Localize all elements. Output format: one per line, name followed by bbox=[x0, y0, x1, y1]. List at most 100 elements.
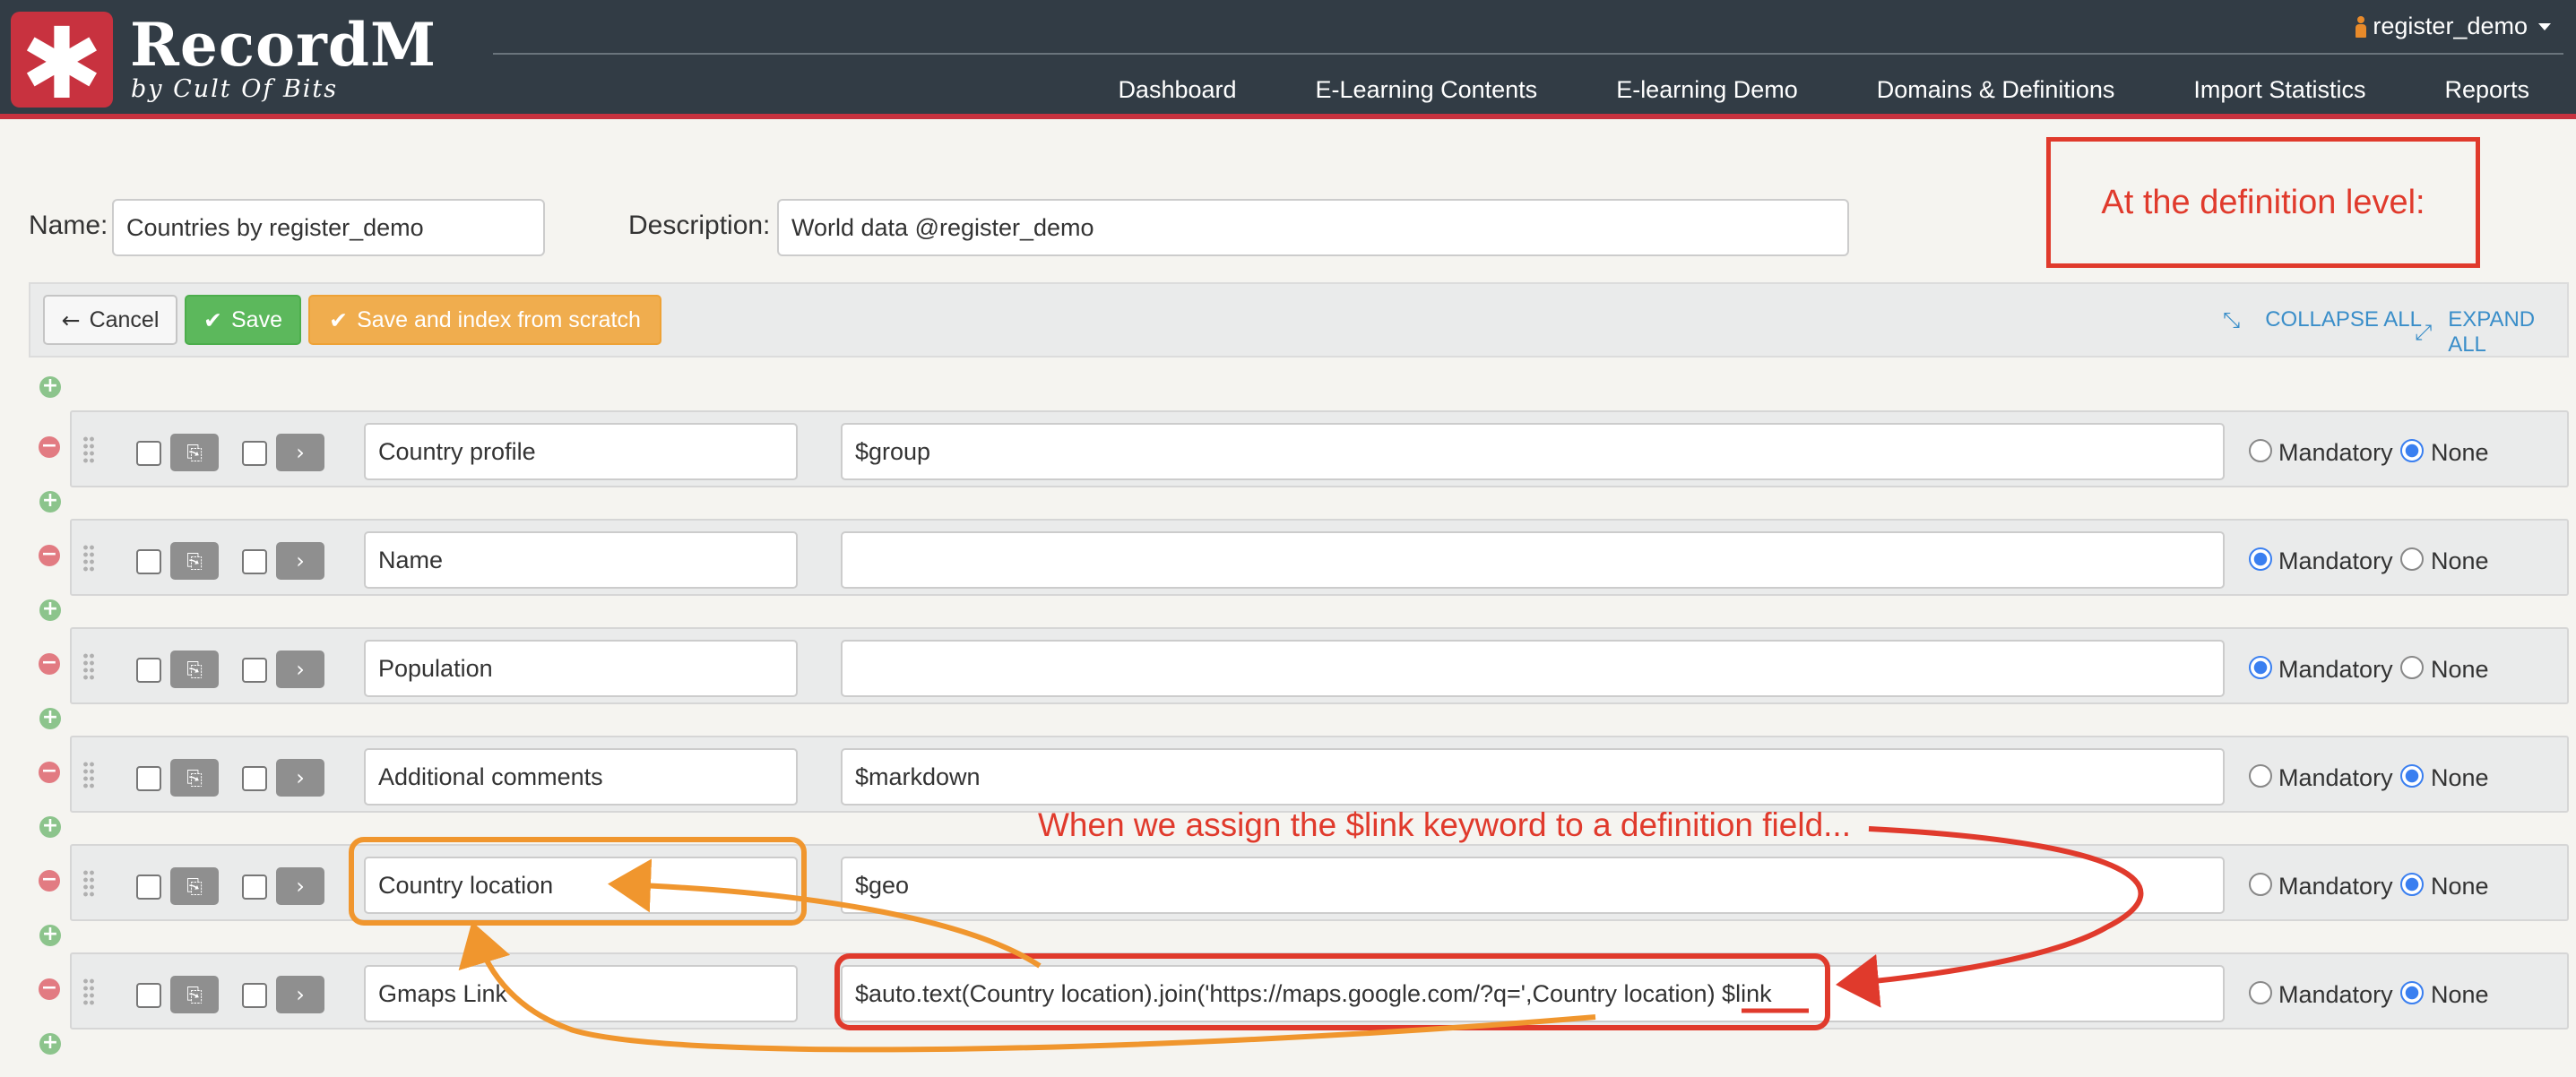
mandatory-radio[interactable] bbox=[2249, 981, 2272, 1004]
logo[interactable]: ✱ bbox=[11, 12, 113, 113]
description-label: Description: bbox=[628, 211, 771, 240]
none-radio[interactable] bbox=[2400, 981, 2424, 1004]
add-field-icon[interactable]: + bbox=[39, 491, 61, 513]
none-radio[interactable] bbox=[2400, 656, 2424, 679]
mandatory-radio[interactable] bbox=[2249, 873, 2272, 896]
duplicate-button[interactable]: ⎘ bbox=[170, 542, 219, 580]
none-radio[interactable] bbox=[2400, 547, 2424, 571]
collapse-all-link[interactable]: ⤡ COLLAPSE ALL bbox=[2223, 307, 2422, 332]
field-checkbox[interactable] bbox=[242, 549, 267, 574]
annotation-box-text: At the definition level: bbox=[2101, 183, 2425, 221]
field-name-input[interactable]: Population bbox=[364, 640, 798, 697]
mandatory-radio[interactable] bbox=[2249, 764, 2272, 788]
expand-row-button[interactable]: › bbox=[276, 651, 324, 688]
nav-reports[interactable]: Reports bbox=[2444, 76, 2529, 104]
remove-field-icon[interactable]: − bbox=[39, 978, 60, 1000]
remove-field-icon[interactable]: − bbox=[39, 436, 60, 458]
drag-handle-icon[interactable] bbox=[82, 761, 95, 789]
field-checkbox[interactable] bbox=[242, 766, 267, 791]
nav-elearning-contents[interactable]: E-Learning Contents bbox=[1316, 76, 1538, 104]
drag-handle-icon[interactable] bbox=[82, 652, 95, 681]
save-and-index-button[interactable]: ✔ Save and index from scratch bbox=[308, 295, 661, 345]
field-name-input[interactable]: Name bbox=[364, 531, 798, 589]
add-field-icon[interactable]: + bbox=[39, 816, 61, 838]
mandatory-radio[interactable] bbox=[2249, 547, 2272, 571]
field-checkbox[interactable] bbox=[136, 875, 161, 900]
field-checkbox[interactable] bbox=[136, 441, 161, 466]
field-description-input[interactable] bbox=[841, 640, 2225, 697]
add-field-icon[interactable]: + bbox=[39, 925, 61, 946]
copy-icon: ⎘ bbox=[186, 876, 203, 899]
drag-handle-icon[interactable] bbox=[82, 978, 95, 1006]
none-radio[interactable] bbox=[2400, 873, 2424, 896]
nav-domains-definitions[interactable]: Domains & Definitions bbox=[1877, 76, 2115, 104]
field-name-input[interactable]: Country location bbox=[364, 857, 798, 914]
field-row: ⎘ › Gmaps Link $auto.text(Country locati… bbox=[70, 952, 2569, 1030]
copy-icon: ⎘ bbox=[186, 443, 203, 465]
duplicate-button[interactable]: ⎘ bbox=[170, 976, 219, 1013]
field-checkbox[interactable] bbox=[136, 983, 161, 1008]
expand-row-button[interactable]: › bbox=[276, 976, 324, 1013]
duplicate-button[interactable]: ⎘ bbox=[170, 651, 219, 688]
expand-all-link[interactable]: ⤢ EXPAND ALL bbox=[2415, 307, 2567, 358]
field-checkbox[interactable] bbox=[242, 983, 267, 1008]
add-field-icon[interactable]: + bbox=[39, 708, 61, 729]
field-name-input[interactable]: Additional comments bbox=[364, 748, 798, 806]
duplicate-button[interactable]: ⎘ bbox=[170, 759, 219, 797]
brand-title: RecordM bbox=[130, 10, 437, 80]
expand-icon: ⤢ bbox=[2415, 320, 2433, 345]
mandatory-label: Mandatory bbox=[2278, 547, 2393, 574]
add-field-icon[interactable]: + bbox=[39, 599, 61, 621]
expand-row-button[interactable]: › bbox=[276, 759, 324, 797]
none-radio[interactable] bbox=[2400, 439, 2424, 462]
brand-subtitle: by Cult Of Bits bbox=[131, 75, 339, 103]
chevron-right-icon: › bbox=[296, 657, 305, 682]
expand-row-button[interactable]: › bbox=[276, 542, 324, 580]
mandatory-radio[interactable] bbox=[2249, 656, 2272, 679]
none-label: None bbox=[2431, 439, 2489, 466]
field-checkbox[interactable] bbox=[136, 549, 161, 574]
field-name-input[interactable]: Country profile bbox=[364, 423, 798, 480]
drag-handle-icon[interactable] bbox=[82, 435, 95, 464]
drag-handle-icon[interactable] bbox=[82, 869, 95, 898]
none-radio[interactable] bbox=[2400, 764, 2424, 788]
nav-import-statistics[interactable]: Import Statistics bbox=[2193, 76, 2365, 104]
field-description-input[interactable]: $auto.text(Country location).join('https… bbox=[841, 965, 2225, 1022]
field-row: ⎘ › Population Mandatory None bbox=[70, 627, 2569, 704]
duplicate-button[interactable]: ⎘ bbox=[170, 867, 219, 905]
expand-row-button[interactable]: › bbox=[276, 867, 324, 905]
save-button[interactable]: ✔ Save bbox=[185, 295, 301, 345]
field-description-input[interactable] bbox=[841, 531, 2225, 589]
field-checkbox[interactable] bbox=[136, 766, 161, 791]
field-row: ⎘ › Country profile $group Mandatory Non… bbox=[70, 410, 2569, 487]
field-checkbox[interactable] bbox=[242, 875, 267, 900]
add-field-icon[interactable]: + bbox=[39, 376, 61, 398]
save-and-index-label: Save and index from scratch bbox=[357, 306, 641, 332]
field-checkbox[interactable] bbox=[136, 658, 161, 683]
field-description-input[interactable]: $geo bbox=[841, 857, 2225, 914]
field-checkbox[interactable] bbox=[242, 658, 267, 683]
field-description-input[interactable]: $group bbox=[841, 423, 2225, 480]
cancel-button[interactable]: ← Cancel bbox=[43, 295, 177, 345]
remove-field-icon[interactable]: − bbox=[39, 545, 60, 566]
remove-field-icon[interactable]: − bbox=[39, 762, 60, 783]
name-input[interactable]: Countries by register_demo bbox=[112, 199, 545, 256]
remove-field-icon[interactable]: − bbox=[39, 870, 60, 892]
nav-elearning-demo[interactable]: E-learning Demo bbox=[1616, 76, 1798, 104]
remove-field-icon[interactable]: − bbox=[39, 653, 60, 675]
none-label: None bbox=[2431, 656, 2489, 683]
mandatory-label: Mandatory bbox=[2278, 439, 2393, 466]
collapse-all-label: COLLAPSE ALL bbox=[2265, 307, 2422, 332]
description-input[interactable]: World data @register_demo bbox=[777, 199, 1849, 256]
duplicate-button[interactable]: ⎘ bbox=[170, 434, 219, 471]
field-name-input[interactable]: Gmaps Link bbox=[364, 965, 798, 1022]
field-description-input[interactable]: $markdown bbox=[841, 748, 2225, 806]
mandatory-radio[interactable] bbox=[2249, 439, 2272, 462]
field-checkbox[interactable] bbox=[242, 441, 267, 466]
drag-handle-icon[interactable] bbox=[82, 544, 95, 573]
expand-row-button[interactable]: › bbox=[276, 434, 324, 471]
nav-dashboard[interactable]: Dashboard bbox=[1118, 76, 1236, 104]
annotation-text: When we assign the $link keyword to a de… bbox=[1038, 806, 1851, 843]
add-field-icon[interactable]: + bbox=[39, 1033, 61, 1055]
user-menu[interactable]: register_demo bbox=[2355, 13, 2551, 40]
